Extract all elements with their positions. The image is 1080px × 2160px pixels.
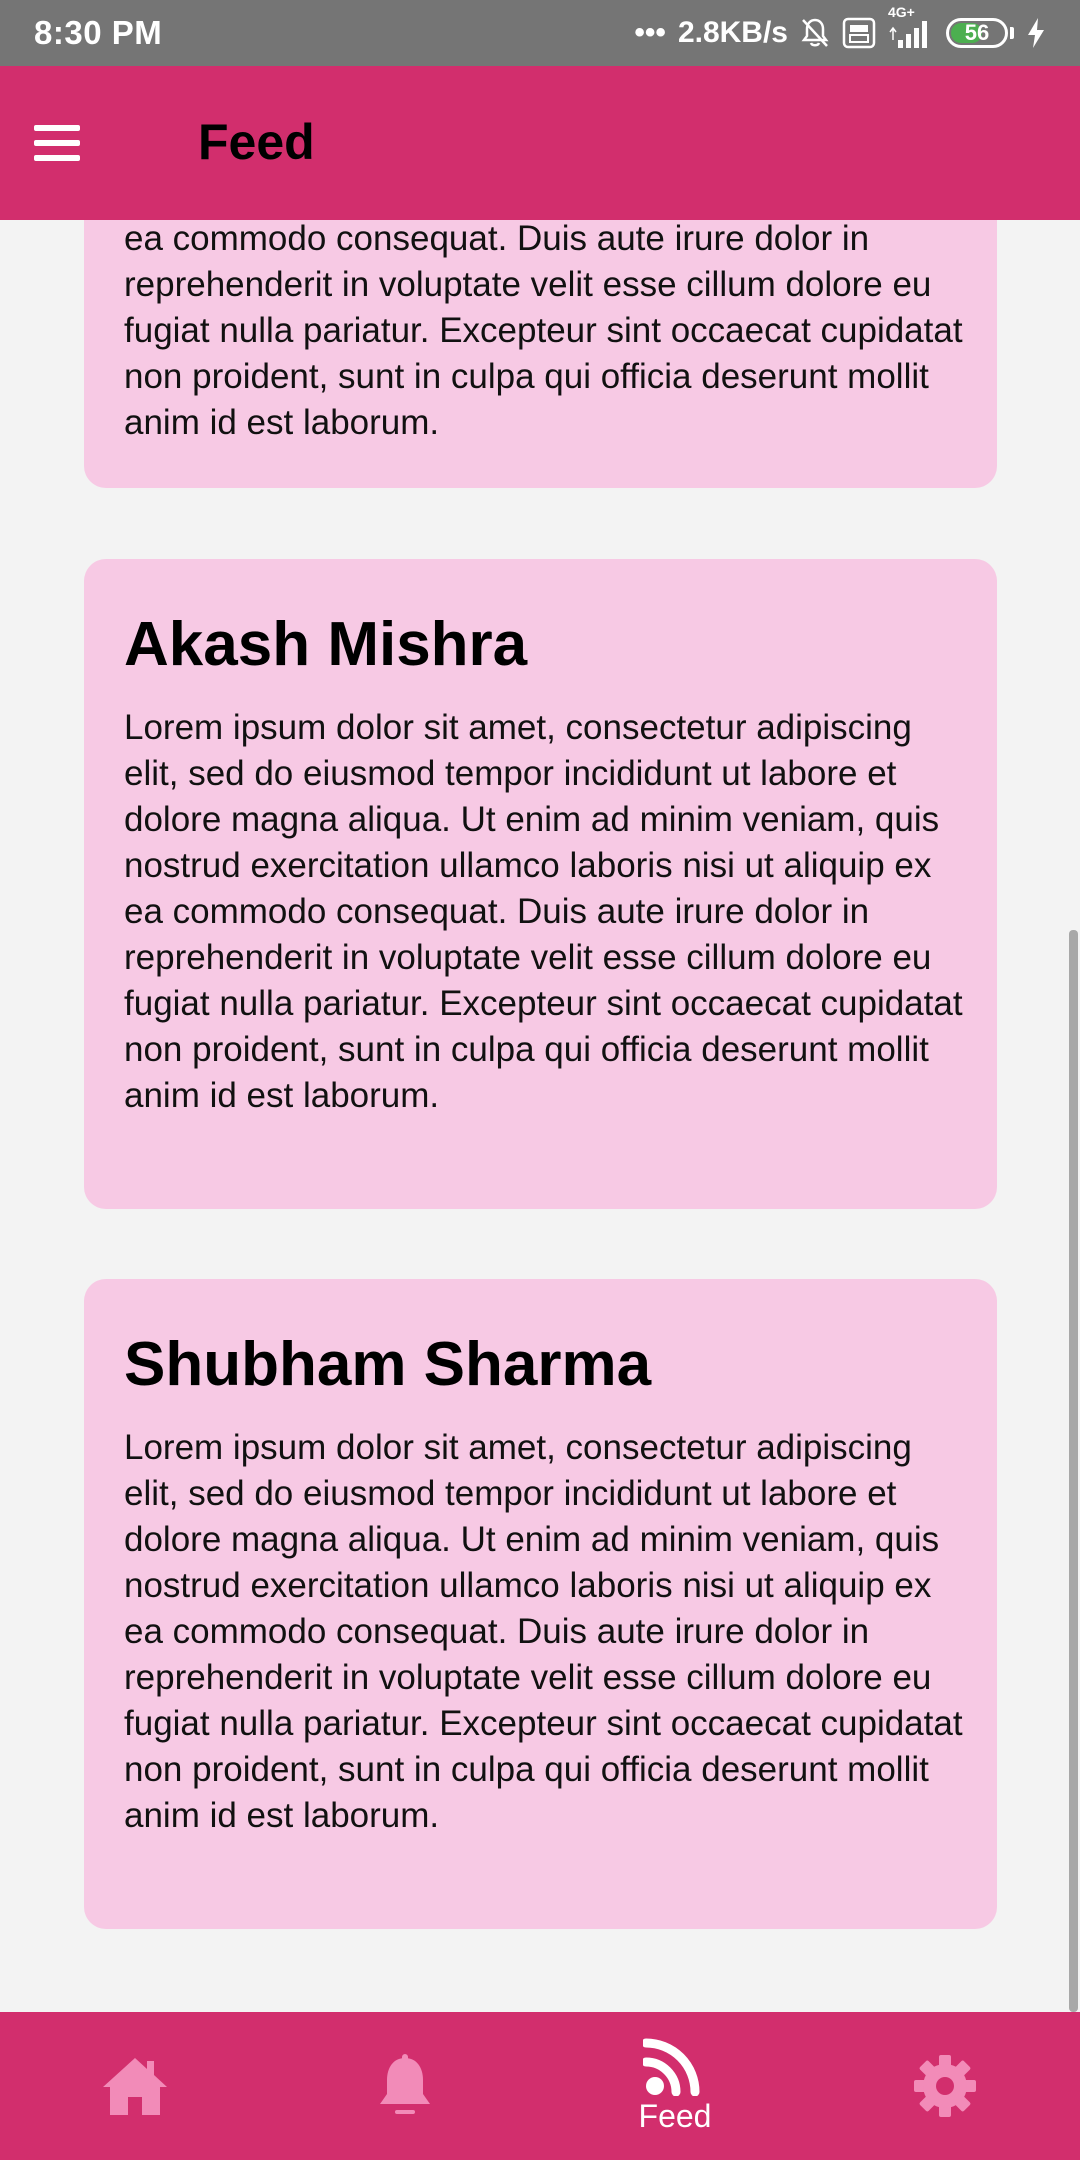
feed-card-text: Lorem ipsum dolor sit amet, consectetur …: [124, 708, 963, 1115]
feed-list[interactable]: ea commodo consequat. Duis aute irure do…: [0, 220, 1080, 2012]
more-dots-icon: •••: [634, 16, 666, 49]
gear-icon: [914, 2055, 976, 2117]
page-title: Feed: [198, 114, 315, 170]
battery-icon: 56: [946, 18, 1008, 48]
home-icon: [103, 2058, 167, 2115]
volte-icon: [842, 16, 876, 50]
feed-card-author: Shubham Sharma: [124, 1330, 652, 1399]
hamburger-menu-icon: [34, 125, 80, 161]
nav-item-settings[interactable]: [810, 2012, 1080, 2160]
bell-icon: [380, 2054, 430, 2114]
charging-icon: [1026, 17, 1046, 49]
signal-icon: 4G+: [888, 4, 934, 48]
feed-card-author: Akash Mishra: [124, 610, 528, 679]
bottom-navigation: Feed: [0, 2012, 1080, 2160]
app-bar: Feed: [0, 66, 1080, 220]
feed-card[interactable]: Akash Mishra Lorem ipsum dolor sit amet,…: [84, 559, 997, 1209]
status-time: 8:30 PM: [34, 14, 163, 51]
signal-type: 4G+: [888, 4, 915, 20]
nav-item-notifications[interactable]: [270, 2012, 540, 2160]
network-speed: 2.8KB/s: [677, 16, 788, 49]
status-bar: 8:30 PM ••• 2.8KB/s 4G+ 56: [0, 0, 1080, 66]
nav-item-home[interactable]: [0, 2012, 270, 2160]
feed-card[interactable]: ea commodo consequat. Duis aute irure do…: [84, 220, 997, 488]
menu-button[interactable]: [20, 103, 94, 183]
bell-off-icon: [800, 17, 830, 49]
feed-card-text: ea commodo consequat. Duis aute irure do…: [124, 220, 963, 442]
battery-level: 56: [964, 20, 990, 45]
battery-cap: [1010, 27, 1014, 39]
feed-card[interactable]: Shubham Sharma Lorem ipsum dolor sit ame…: [84, 1279, 997, 1929]
scrollbar[interactable]: [1069, 930, 1078, 2012]
nav-label-feed: Feed: [638, 2097, 712, 2134]
nav-item-feed[interactable]: Feed: [540, 2012, 810, 2160]
status-icons: ••• 2.8KB/s 4G+ 56: [634, 4, 1046, 50]
rss-feed-icon: [643, 2038, 700, 2096]
feed-card-text: Lorem ipsum dolor sit amet, consectetur …: [124, 1428, 963, 1835]
